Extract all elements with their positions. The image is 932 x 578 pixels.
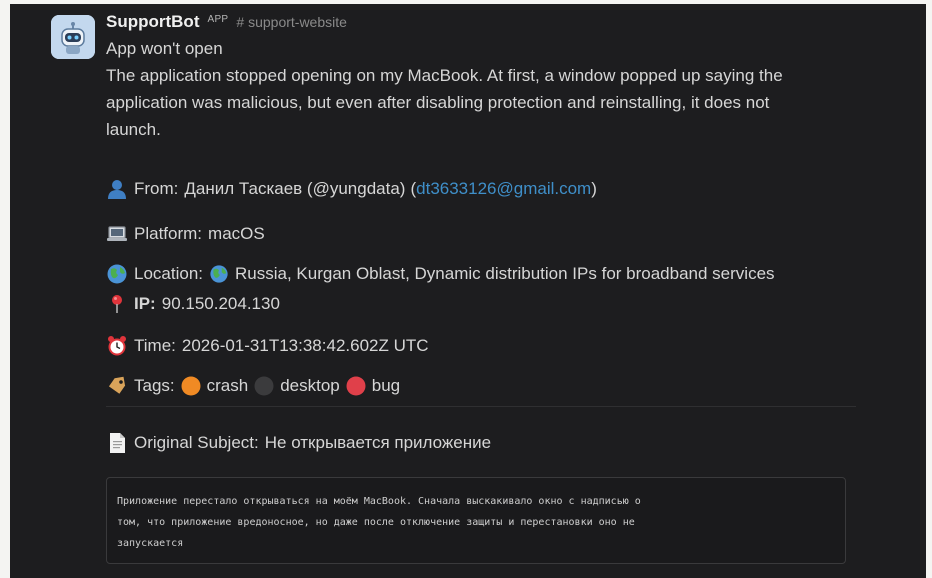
globe-icon — [106, 263, 128, 285]
tag-desktop[interactable]: desktop — [280, 376, 340, 396]
original-message-line: том, что приложение вредоносное, но даже… — [117, 517, 635, 528]
tag-icon — [106, 375, 128, 397]
description-line: launch. — [106, 120, 161, 139]
platform-label: Platform: — [134, 224, 203, 243]
tags-field: Tags: crash desktop bug — [106, 375, 400, 397]
red-circle-icon — [346, 376, 366, 396]
location-field: Location: Russia, Kurgan Oblast, Dynamic… — [106, 263, 775, 285]
original-message-line: запускается — [117, 538, 184, 549]
tag-crash[interactable]: crash — [207, 376, 249, 396]
message-panel: SupportBot APP # support-website App won… — [10, 4, 926, 578]
laptop-icon — [106, 223, 128, 245]
pin-icon — [106, 293, 128, 315]
message-body: SupportBot APP # support-website App won… — [106, 12, 866, 143]
from-email-close-paren: ) — [591, 179, 597, 198]
subject-value: Не открывается приложение — [264, 433, 492, 452]
alarm-clock-icon — [106, 335, 128, 357]
orange-circle-icon — [181, 376, 201, 396]
time-value: 2026-01-31T13:38:42.602Z UTC — [181, 336, 429, 355]
platform-field: Platform: macOS — [106, 223, 265, 245]
description-line: The application stopped opening on my Ma… — [106, 66, 783, 85]
ticket-description: The application stopped opening on my Ma… — [106, 62, 866, 143]
from-email-link[interactable]: dt3633126@gmail.com — [416, 179, 591, 199]
time-label: Time: — [134, 336, 176, 355]
message-header: SupportBot APP # support-website — [106, 12, 866, 36]
time-field: Time: 2026-01-31T13:38:42.602Z UTC — [106, 335, 429, 357]
robot-icon — [51, 15, 95, 59]
description-line: application was malicious, but even afte… — [106, 93, 770, 112]
globe-icon — [209, 264, 229, 284]
location-label: Location: — [134, 264, 203, 283]
from-name: Данил Таскаев (@yungdata) — [184, 179, 406, 198]
original-message-block[interactable]: Приложение перестало открываться на моём… — [106, 477, 846, 564]
from-label: From: — [134, 179, 179, 198]
document-icon — [106, 432, 128, 454]
person-icon — [106, 178, 128, 200]
ticket-title: App won't open — [106, 39, 223, 58]
bot-name[interactable]: SupportBot — [106, 12, 199, 32]
from-field: From: Данил Таскаев (@yungdata) (dt36331… — [106, 178, 597, 200]
tag-bug[interactable]: bug — [372, 376, 400, 396]
section-divider — [106, 406, 856, 407]
platform-value: macOS — [208, 224, 265, 243]
subject-field: Original Subject: Не открывается приложе… — [106, 432, 491, 454]
bot-avatar[interactable] — [51, 15, 95, 59]
black-circle-icon — [254, 376, 274, 396]
tags-label: Tags: — [134, 376, 175, 395]
app-badge: APP — [207, 14, 229, 25]
location-value: Russia, Kurgan Oblast, Dynamic distribut… — [235, 264, 775, 283]
ip-label: IP: — [134, 294, 156, 313]
ip-field: IP: 90.150.204.130 — [106, 293, 280, 315]
channel-link[interactable]: # support-website — [236, 14, 347, 30]
ip-value: 90.150.204.130 — [161, 294, 280, 313]
subject-label: Original Subject: — [134, 433, 259, 452]
original-message-line: Приложение перестало открываться на моём… — [117, 496, 641, 507]
